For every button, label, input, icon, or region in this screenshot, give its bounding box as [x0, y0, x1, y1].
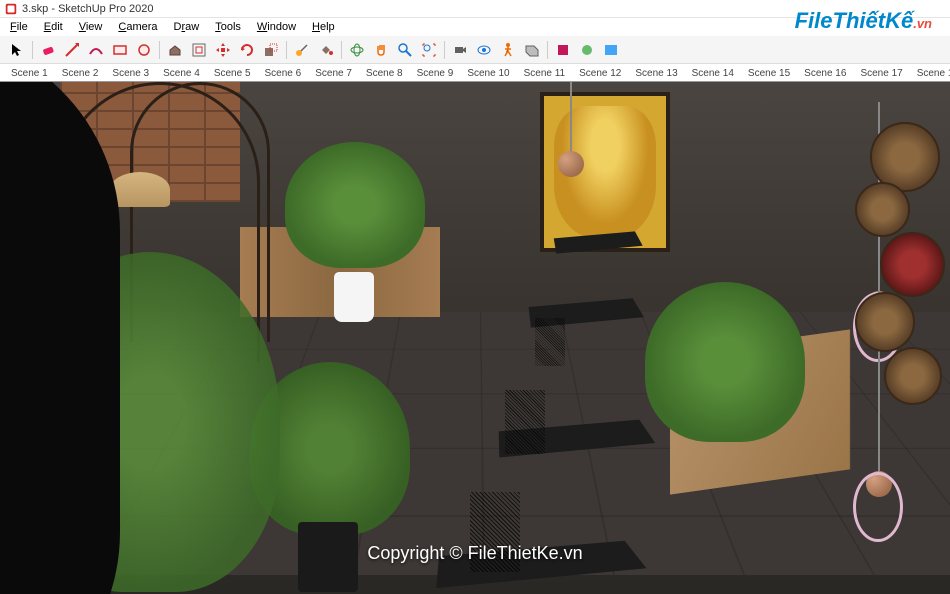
zoom-extents-tool-icon[interactable]	[418, 39, 440, 61]
toolbar-separator	[444, 41, 445, 59]
scene-tab-14[interactable]: Scene 14	[685, 65, 741, 81]
scene-tab-4[interactable]: Scene 4	[156, 65, 207, 81]
menu-camera[interactable]: Camera	[110, 19, 165, 35]
scene-tab-13[interactable]: Scene 13	[628, 65, 684, 81]
scene-tab-2[interactable]: Scene 2	[55, 65, 106, 81]
menu-help[interactable]: Help	[304, 19, 343, 35]
title-text: 3.skp - SketchUp Pro 2020	[22, 3, 153, 15]
woven-basket-icon	[880, 232, 945, 297]
materials-tool-icon[interactable]	[576, 39, 598, 61]
orbit-tool-icon[interactable]	[346, 39, 368, 61]
section-plane-tool-icon[interactable]	[521, 39, 543, 61]
menu-edit[interactable]: Edit	[36, 19, 71, 35]
line-tool-icon[interactable]	[61, 39, 83, 61]
arc-tool-icon[interactable]	[85, 39, 107, 61]
woven-basket-icon	[855, 182, 910, 237]
components-tool-icon[interactable]	[552, 39, 574, 61]
scene-tab-10[interactable]: Scene 10	[460, 65, 516, 81]
position-camera-tool-icon[interactable]	[449, 39, 471, 61]
scene-tab-5[interactable]: Scene 5	[207, 65, 258, 81]
woven-basket-icon	[884, 347, 942, 405]
pan-tool-icon[interactable]	[370, 39, 392, 61]
scene-tab-17[interactable]: Scene 17	[853, 65, 909, 81]
menu-file[interactable]: File	[2, 19, 36, 35]
scene-tabs: Scene 1Scene 2Scene 3Scene 4Scene 5Scene…	[0, 64, 950, 82]
toolbar-separator	[32, 41, 33, 59]
rotate-tool-icon[interactable]	[236, 39, 258, 61]
app-icon	[4, 2, 18, 16]
scene-tab-15[interactable]: Scene 15	[741, 65, 797, 81]
tape-measure-tool-icon[interactable]	[291, 39, 313, 61]
menu-tools[interactable]: Tools	[207, 19, 249, 35]
look-around-tool-icon[interactable]	[473, 39, 495, 61]
paint-bucket-tool-icon[interactable]	[315, 39, 337, 61]
scene-tab-3[interactable]: Scene 3	[105, 65, 156, 81]
move-tool-icon[interactable]	[212, 39, 234, 61]
scene-tab-9[interactable]: Scene 9	[410, 65, 461, 81]
scene-tab-8[interactable]: Scene 8	[359, 65, 410, 81]
wire-chair	[535, 318, 565, 366]
scene-tab-12[interactable]: Scene 12	[572, 65, 628, 81]
wall-basket-decor	[840, 122, 950, 402]
fiddle-leaf-plant	[285, 142, 425, 322]
eraser-tool-icon[interactable]	[37, 39, 59, 61]
wall-painting	[540, 92, 670, 252]
scene-tab-6[interactable]: Scene 6	[258, 65, 309, 81]
offset-tool-icon[interactable]	[188, 39, 210, 61]
styles-tool-icon[interactable]	[600, 39, 622, 61]
scene-tab-16[interactable]: Scene 16	[797, 65, 853, 81]
select-tool-icon[interactable]	[6, 39, 28, 61]
pendant-light	[570, 82, 572, 162]
site-logo-watermark: FileThiếtKế.vn	[795, 8, 932, 34]
scale-tool-icon[interactable]	[260, 39, 282, 61]
3d-viewport[interactable]: Copyright © FileThietKe.vn	[0, 82, 950, 594]
woven-basket-icon	[855, 292, 915, 352]
rectangle-tool-icon[interactable]	[109, 39, 131, 61]
toolbar-separator	[286, 41, 287, 59]
menu-draw[interactable]: Draw	[166, 19, 208, 35]
zoom-tool-icon[interactable]	[394, 39, 416, 61]
scene-tab-11[interactable]: Scene 11	[517, 65, 573, 81]
pushpull-tool-icon[interactable]	[164, 39, 186, 61]
scene-tab-1[interactable]: Scene 1	[4, 65, 55, 81]
toolbar-separator	[547, 41, 548, 59]
rattan-pendant-lamp	[110, 172, 170, 207]
fern-plant	[645, 282, 805, 442]
wire-chair	[505, 390, 545, 454]
menu-window[interactable]: Window	[249, 19, 304, 35]
toolbar-separator	[341, 41, 342, 59]
scene-tab-7[interactable]: Scene 7	[308, 65, 359, 81]
scene-tab-18[interactable]: Scene 18	[910, 65, 950, 81]
circle-tool-icon[interactable]	[133, 39, 155, 61]
menu-view[interactable]: View	[71, 19, 111, 35]
foreground-arch-silhouette	[0, 82, 120, 594]
wire-chair	[470, 492, 520, 572]
toolbar-separator	[159, 41, 160, 59]
main-toolbar	[0, 36, 950, 64]
walk-tool-icon[interactable]	[497, 39, 519, 61]
